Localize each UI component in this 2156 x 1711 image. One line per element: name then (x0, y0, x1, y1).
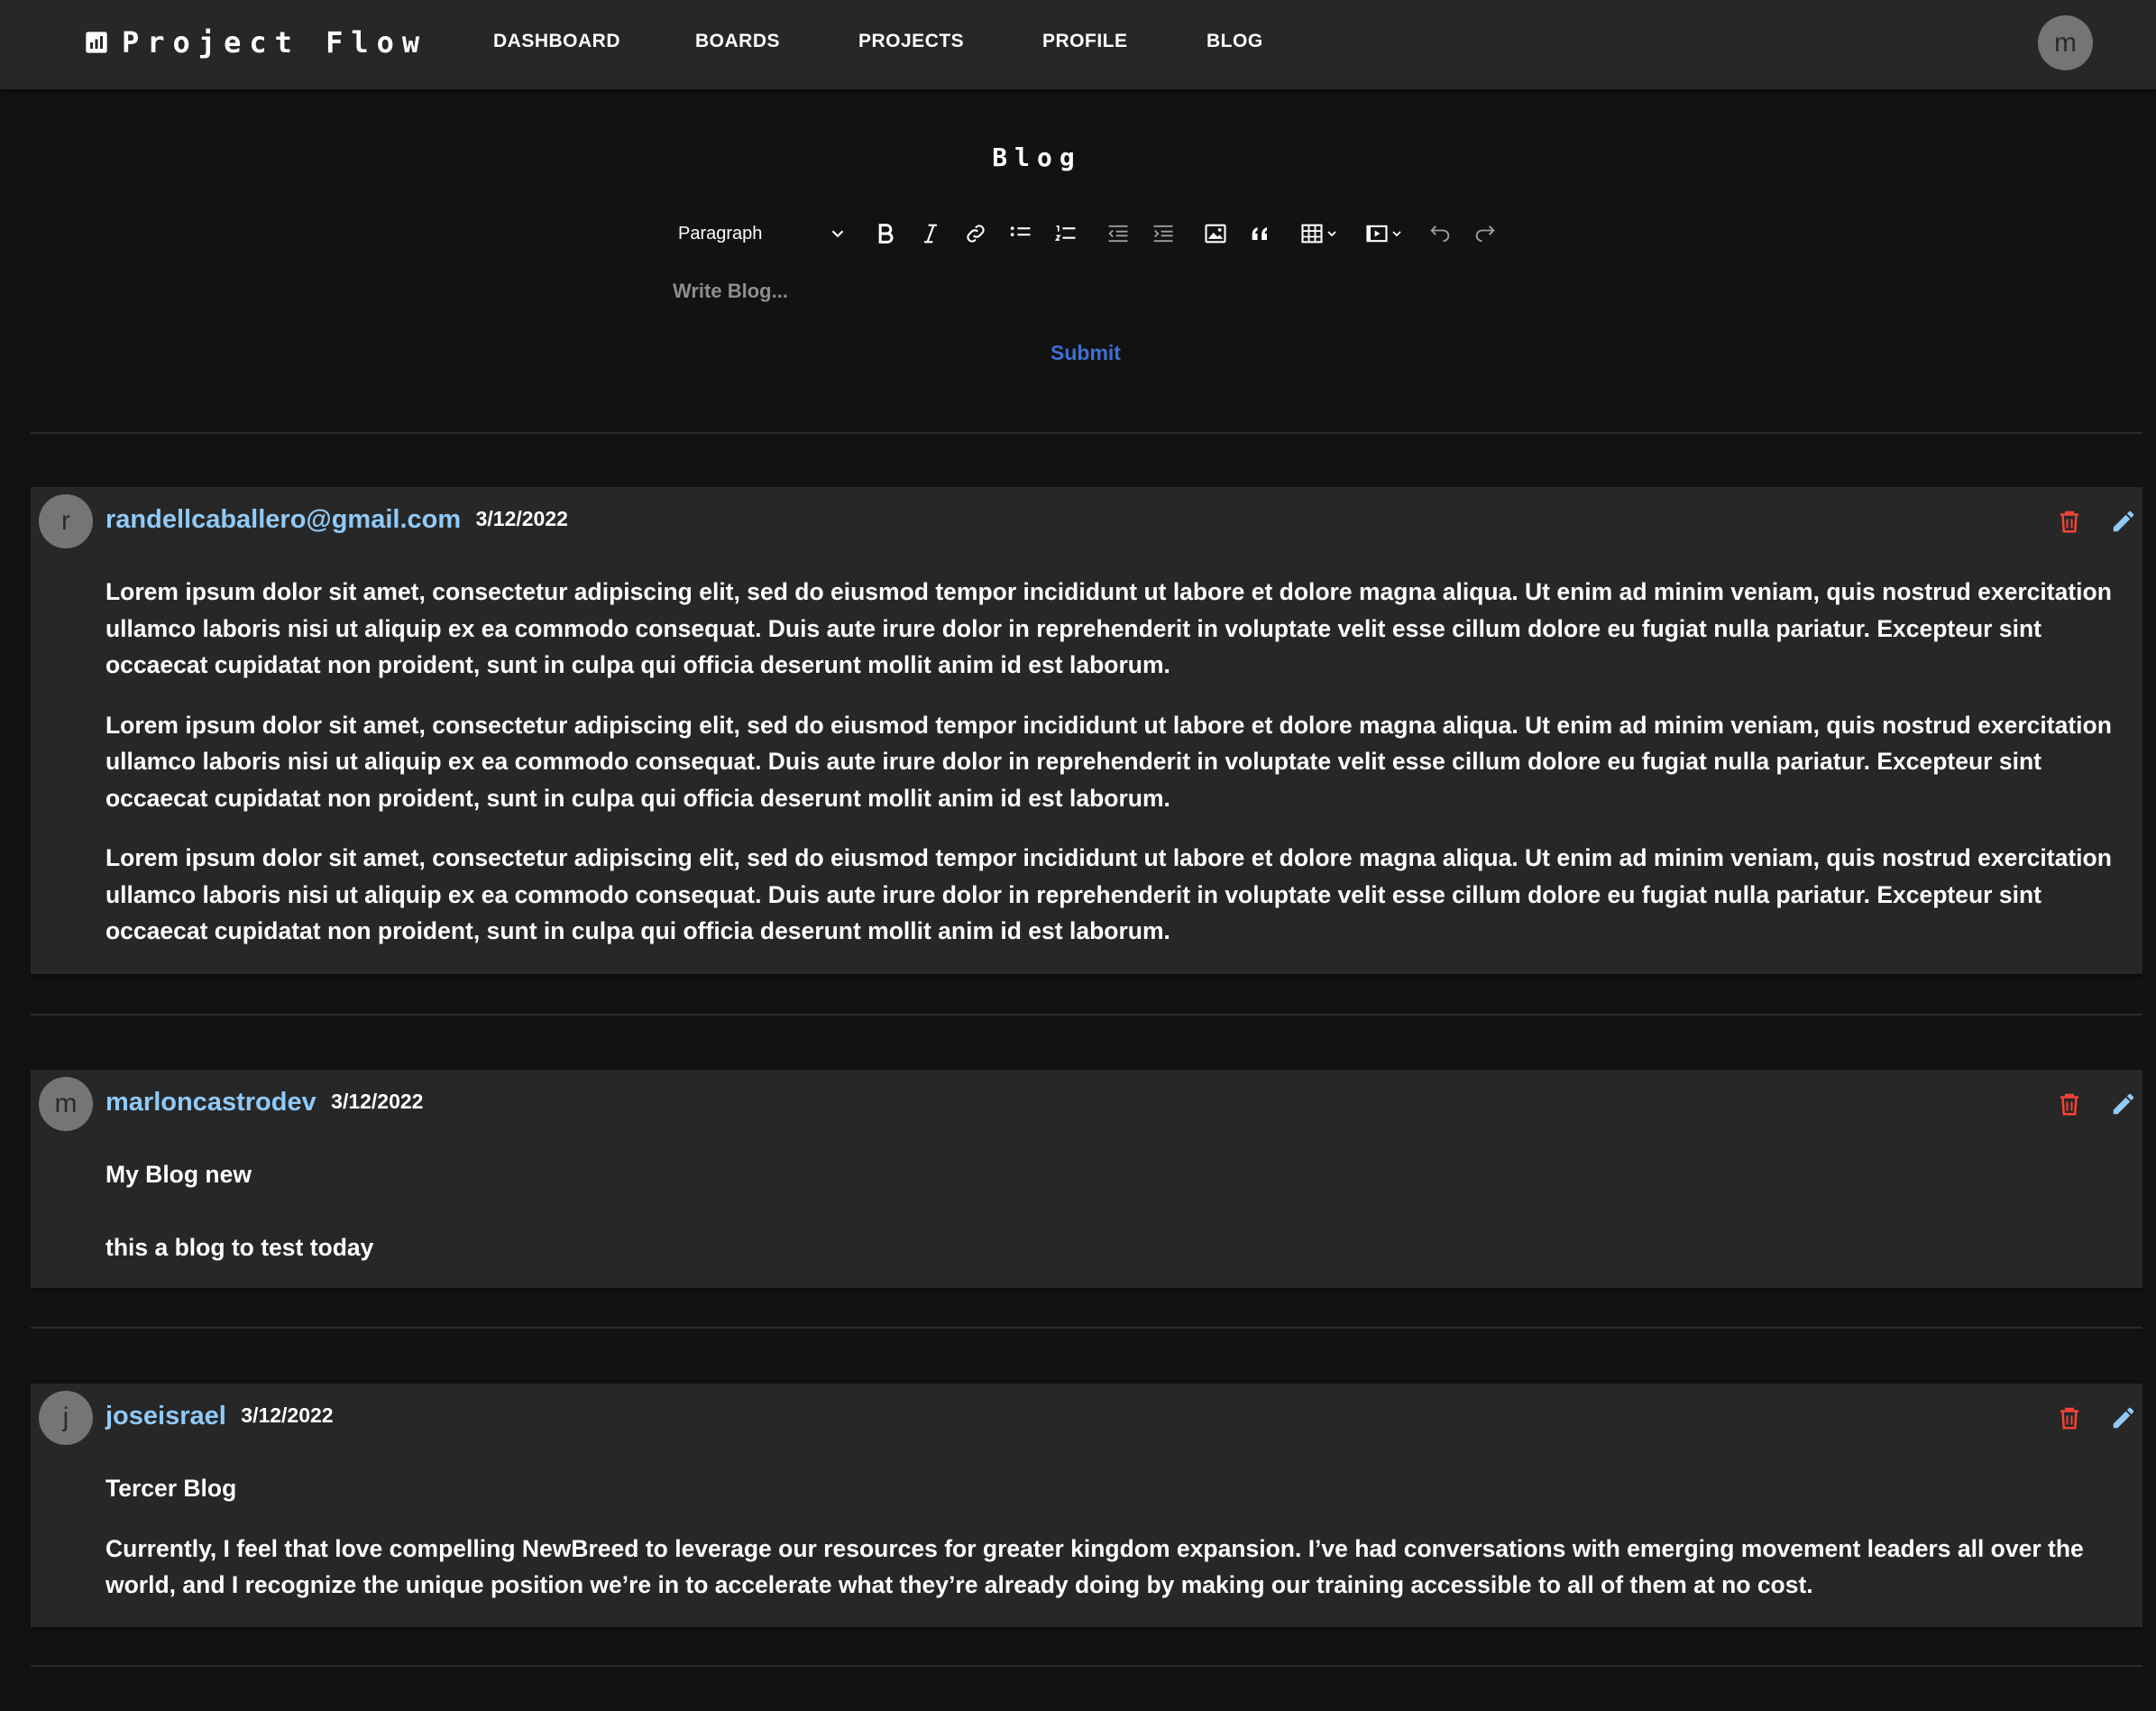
italic-icon (924, 224, 937, 244)
post-date: 3/12/2022 (241, 1403, 334, 1427)
redo-button[interactable] (1470, 215, 1500, 253)
media-icon (1366, 225, 1388, 243)
brand[interactable]: Project Flow (84, 25, 427, 60)
edit-icon (2113, 1093, 2134, 1115)
undo-button[interactable] (1425, 215, 1455, 253)
edit-icon (2113, 1407, 2134, 1429)
blog-post-card: m marloncastrodev 3/12/2022 My Blog new … (31, 1070, 2142, 1288)
table-icon (1301, 224, 1323, 244)
chevron-down-icon (1327, 231, 1336, 237)
block-format-value: Paragraph (678, 223, 763, 244)
delete-icon (2060, 511, 2078, 533)
brand-title: Project Flow (122, 25, 428, 60)
numbered-list-icon (1054, 225, 1076, 241)
bold-button[interactable] (870, 215, 901, 253)
post-author[interactable]: randellcaballero@gmail.com (106, 505, 461, 534)
blog-post-card: r randellcaballero@gmail.com 3/12/2022 L… (31, 487, 2142, 974)
bulleted-list-icon (1010, 226, 1031, 237)
post-paragraph: Lorem ipsum dolor sit amet, consectetur … (106, 578, 2112, 678)
post-header: joseisrael 3/12/2022 (106, 1402, 334, 1431)
chevron-down-icon (831, 230, 844, 238)
nav-profile[interactable]: PROFILE (1042, 31, 1128, 52)
block-format-select[interactable]: Paragraph (667, 215, 848, 253)
post-paragraph: this a blog to test today (106, 1233, 374, 1261)
redo-icon (1475, 225, 1495, 243)
page-title: Blog (992, 143, 1082, 172)
insert-image-button[interactable] (1200, 215, 1231, 253)
post-body: Tercer Blog Currently, I feel that love … (106, 1470, 2143, 1604)
post-header: randellcaballero@gmail.com 3/12/2022 (106, 505, 568, 535)
post-body: Lorem ipsum dolor sit amet, consectetur … (106, 574, 2143, 950)
author-avatar: j (39, 1391, 93, 1445)
post-author[interactable]: joseisrael (106, 1402, 226, 1430)
divider (31, 1665, 2142, 1667)
post-paragraph: Currently, I feel that love compelling N… (106, 1534, 2084, 1599)
post-body: My Blog new this a blog to test today (106, 1156, 2143, 1265)
bar-chart-icon (86, 32, 107, 53)
divider (31, 1014, 2142, 1016)
post-date: 3/12/2022 (331, 1090, 424, 1113)
post-paragraph: Tercer Blog (106, 1475, 237, 1502)
delete-icon (2060, 1093, 2078, 1116)
block-quote-button[interactable] (1245, 215, 1276, 253)
insert-table-button[interactable] (1294, 215, 1344, 253)
user-avatar[interactable]: m (2038, 15, 2093, 70)
author-avatar: r (39, 494, 93, 548)
outdent-button[interactable] (1103, 215, 1133, 253)
nav-boards[interactable]: BOARDS (695, 31, 780, 52)
link-icon (967, 225, 985, 243)
outdent-icon (1108, 225, 1128, 243)
image-icon (1205, 224, 1226, 244)
top-app-bar: Project Flow DASHBOARD BOARDS PROJECTS P… (0, 0, 2156, 89)
bold-icon (878, 224, 894, 244)
post-author[interactable]: marloncastrodev (106, 1088, 317, 1117)
insert-media-button[interactable] (1359, 215, 1409, 253)
author-avatar: m (39, 1077, 93, 1131)
post-date: 3/12/2022 (475, 507, 568, 530)
chevron-down-icon (1392, 231, 1401, 237)
edit-post-button[interactable] (2107, 1402, 2140, 1434)
delete-icon (2060, 1407, 2078, 1430)
nav-projects[interactable]: PROJECTS (858, 31, 964, 52)
nav-dashboard[interactable]: DASHBOARD (493, 31, 620, 52)
delete-post-button[interactable] (2053, 1088, 2086, 1120)
nav-blog[interactable]: BLOG (1206, 31, 1263, 52)
indent-button[interactable] (1148, 215, 1179, 253)
link-button[interactable] (960, 215, 991, 253)
blog-editor-input[interactable]: Write Blog... (673, 280, 788, 303)
edit-post-button[interactable] (2107, 505, 2140, 538)
quote-icon (1252, 227, 1267, 240)
post-paragraph: Lorem ipsum dolor sit amet, consectetur … (106, 844, 2112, 944)
undo-icon (1430, 225, 1450, 243)
delete-post-button[interactable] (2053, 1402, 2086, 1434)
post-paragraph: My Blog new (106, 1161, 252, 1188)
numbered-list-button[interactable] (1050, 215, 1081, 253)
post-paragraph: Lorem ipsum dolor sit amet, consectetur … (106, 711, 2112, 812)
indent-icon (1153, 225, 1173, 243)
submit-button[interactable]: Submit (1046, 341, 1125, 365)
post-header: marloncastrodev 3/12/2022 (106, 1088, 423, 1118)
delete-post-button[interactable] (2053, 505, 2086, 538)
italic-button[interactable] (915, 215, 946, 253)
divider (31, 1327, 2142, 1329)
divider (31, 432, 2142, 434)
edit-icon (2113, 511, 2134, 532)
blog-post-card: j joseisrael 3/12/2022 Tercer Blog Curre… (31, 1384, 2142, 1627)
bulleted-list-button[interactable] (1005, 215, 1036, 253)
edit-post-button[interactable] (2107, 1088, 2140, 1120)
